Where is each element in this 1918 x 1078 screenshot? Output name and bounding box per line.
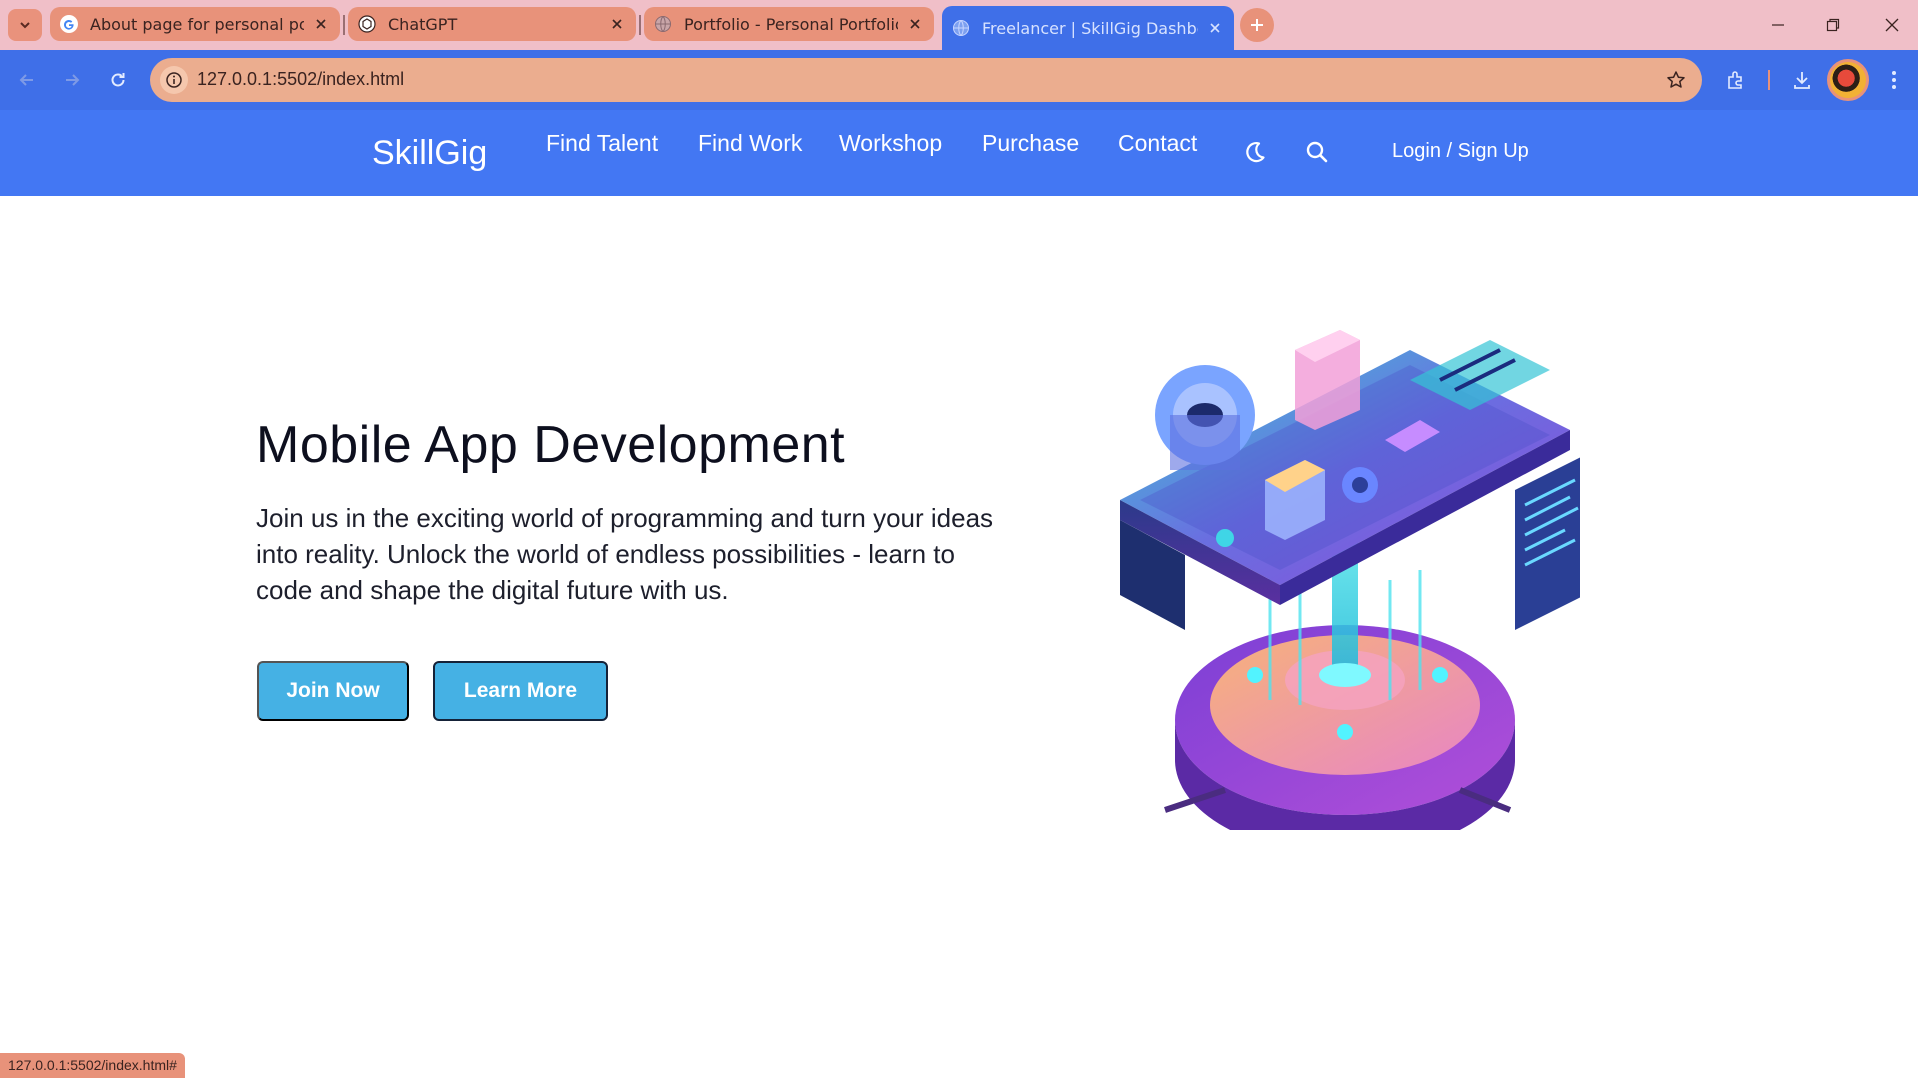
- nav-find-work[interactable]: Find Work: [698, 130, 802, 157]
- forward-button[interactable]: [54, 62, 90, 98]
- tab-title: About page for personal portfolio: [90, 14, 304, 34]
- reload-icon: [111, 73, 125, 87]
- back-button[interactable]: [9, 62, 45, 98]
- plus-icon: [1251, 19, 1263, 31]
- close-icon[interactable]: [312, 15, 330, 33]
- minimize-button[interactable]: [1758, 8, 1798, 42]
- toolbar-divider: [1768, 70, 1770, 90]
- more-menu-icon[interactable]: [1878, 64, 1910, 96]
- bookmark-star-icon[interactable]: [1664, 68, 1688, 92]
- site-info-icon[interactable]: [160, 66, 188, 94]
- join-now-button[interactable]: Join Now: [257, 661, 409, 721]
- download-icon[interactable]: [1786, 64, 1818, 96]
- tab-skillgig-dashboard[interactable]: Freelancer | SkillGig Dashboard: [942, 6, 1234, 50]
- url-text[interactable]: 127.0.0.1:5502/index.html: [197, 69, 404, 90]
- tab-chatgpt[interactable]: ChatGPT: [348, 7, 636, 41]
- restore-button[interactable]: [1813, 8, 1853, 42]
- tab-search-button[interactable]: [8, 9, 42, 41]
- tab-separator: [343, 15, 345, 35]
- login-signup-link[interactable]: Login / Sign Up: [1392, 140, 1529, 163]
- new-tab-button[interactable]: [1240, 8, 1274, 42]
- hero-isometric-illustration: [1120, 330, 1580, 830]
- google-g-icon: [60, 15, 78, 33]
- globe-icon: [953, 20, 969, 36]
- close-icon: [1885, 18, 1899, 32]
- close-icon[interactable]: [1206, 19, 1224, 37]
- hero-title: Mobile App Development: [256, 416, 846, 474]
- learn-more-button[interactable]: Learn More: [433, 661, 608, 721]
- reload-button[interactable]: [100, 62, 136, 98]
- arrow-left-icon: [19, 74, 33, 86]
- tab-separator: [639, 15, 641, 35]
- tab-title: Freelancer | SkillGig Dashboard: [982, 18, 1198, 38]
- tab-title: Portfolio - Personal Portfolio: [684, 14, 898, 34]
- close-icon[interactable]: [906, 15, 924, 33]
- brand-logo[interactable]: SkillGig: [372, 134, 487, 173]
- search-icon[interactable]: [1302, 137, 1332, 167]
- nav-purchase[interactable]: Purchase: [982, 130, 1079, 157]
- extensions-puzzle-icon[interactable]: [1720, 64, 1752, 96]
- browser-tabstrip: About page for personal portfolio ChatGP…: [0, 0, 1918, 50]
- arrow-right-icon: [66, 74, 80, 86]
- browser-toolbar: 127.0.0.1:5502/index.html: [0, 50, 1918, 110]
- nav-contact[interactable]: Contact: [1118, 130, 1197, 157]
- profile-avatar[interactable]: [1827, 59, 1869, 101]
- tab-title: ChatGPT: [388, 14, 458, 34]
- restore-icon: [1826, 18, 1840, 32]
- address-bar[interactable]: 127.0.0.1:5502/index.html: [150, 58, 1702, 102]
- moon-icon[interactable]: [1240, 137, 1270, 167]
- nav-workshop[interactable]: Workshop: [839, 130, 942, 157]
- globe-icon: [655, 16, 671, 32]
- tab-about-page[interactable]: About page for personal portfolio: [50, 7, 340, 41]
- site-header: SkillGig Find Talent Find Work Workshop …: [0, 110, 1918, 196]
- nav-find-talent[interactable]: Find Talent: [546, 130, 658, 157]
- link-status-bar: 127.0.0.1:5502/index.html#: [0, 1053, 185, 1078]
- chevron-down-icon: [20, 22, 30, 29]
- hero-description: Join us in the exciting world of program…: [256, 503, 994, 605]
- close-window-button[interactable]: [1872, 8, 1912, 42]
- chatgpt-icon: [358, 15, 376, 33]
- minimize-icon: [1772, 24, 1784, 26]
- close-icon[interactable]: [608, 15, 626, 33]
- tab-portfolio[interactable]: Portfolio - Personal Portfolio: [644, 7, 934, 41]
